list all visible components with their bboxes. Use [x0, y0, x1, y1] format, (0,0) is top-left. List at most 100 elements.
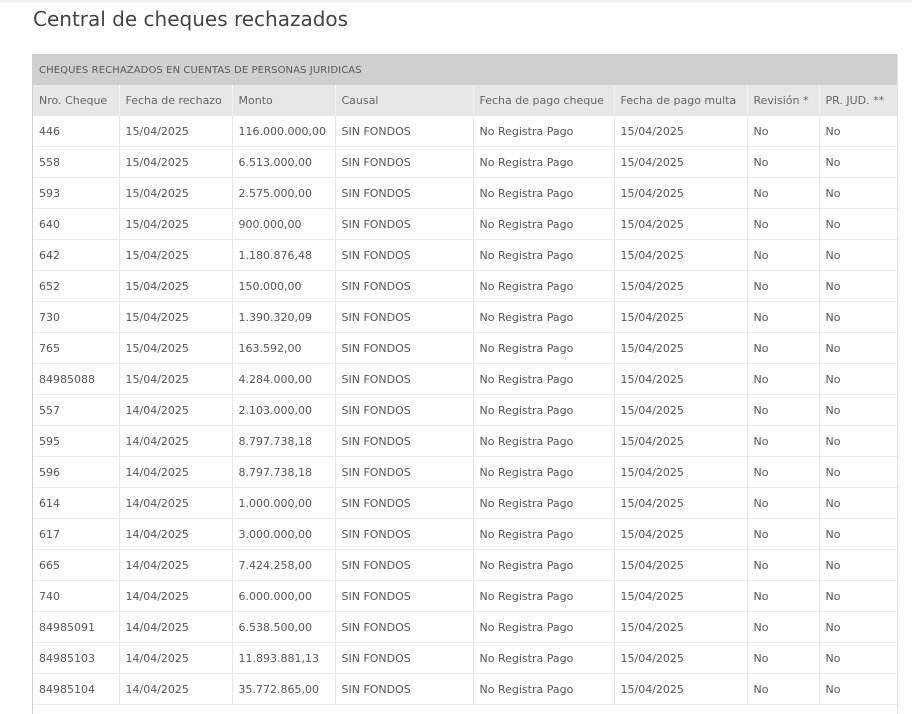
- cell-fecha-pago-multa: 15/04/2025: [614, 456, 748, 488]
- cell-nro-cheque: 446: [33, 116, 120, 147]
- cell-pr-jud: No: [819, 580, 898, 612]
- cell-fecha-pago-cheque: No Registra Pago: [473, 487, 615, 519]
- cell-pr-jud: No: [819, 549, 898, 581]
- cell-fecha-pago-cheque: No Registra Pago: [473, 549, 615, 581]
- cell-pr-jud: No: [819, 642, 898, 674]
- cell-monto: 6.000.000,00: [232, 580, 336, 612]
- cell-pr-jud: No: [819, 177, 898, 209]
- table-body: 446 15/04/2025 116.000.000,00 SIN FONDOS No …: [33, 116, 898, 705]
- cell-causal: SIN FONDOS: [335, 425, 474, 457]
- cell-monto: 2.103.000,00: [232, 394, 336, 426]
- cell-fecha-pago-multa: 15/04/2025: [614, 673, 748, 705]
- cell-causal: SIN FONDOS: [335, 394, 474, 426]
- cell-monto: 6.513.000,00: [232, 146, 336, 178]
- table-row: 446 15/04/2025 116.000.000,00 SIN FONDOS No …: [33, 116, 898, 147]
- cell-revision: No: [747, 363, 820, 395]
- top-divider: [0, 0, 912, 3]
- cell-nro-cheque: 665: [33, 549, 120, 581]
- cell-revision: No: [747, 673, 820, 705]
- cell-revision: No: [747, 270, 820, 302]
- table-row: 84985091 14/04/2025 6.538.500,00 SIN FONDOS…: [33, 611, 898, 643]
- cell-revision: No: [747, 580, 820, 612]
- cell-revision: No: [747, 301, 820, 333]
- cell-causal: SIN FONDOS: [335, 611, 474, 643]
- cell-causal: SIN FONDOS: [335, 518, 474, 550]
- cell-monto: 11.893.881,13: [232, 642, 336, 674]
- table-header-row: Nro. Cheque Fecha de rechazo Monto Causa…: [33, 85, 898, 116]
- cell-revision: No: [747, 425, 820, 457]
- cell-nro-cheque: 642: [33, 239, 120, 271]
- cell-revision: No: [747, 487, 820, 519]
- cell-fecha-rechazo: 14/04/2025: [119, 611, 233, 643]
- cell-fecha-pago-multa: 15/04/2025: [614, 580, 748, 612]
- cell-nro-cheque: 730: [33, 301, 120, 333]
- cell-fecha-pago-cheque: No Registra Pago: [473, 456, 615, 488]
- cell-nro-cheque: 740: [33, 580, 120, 612]
- column-header-nro-cheque: Nro. Cheque: [33, 85, 120, 116]
- cell-pr-jud: No: [819, 394, 898, 426]
- cell-fecha-pago-cheque: No Registra Pago: [473, 673, 615, 705]
- cell-pr-jud: No: [819, 146, 898, 178]
- cell-fecha-pago-cheque: No Registra Pago: [473, 270, 615, 302]
- table-row: 558 15/04/2025 6.513.000,00 SIN FONDOS No Re…: [33, 146, 898, 178]
- cell-fecha-pago-multa: 15/04/2025: [614, 363, 748, 395]
- cell-fecha-pago-multa: 15/04/2025: [614, 549, 748, 581]
- cell-monto: 150.000,00: [232, 270, 336, 302]
- cell-causal: SIN FONDOS: [335, 487, 474, 519]
- cell-monto: 8.797.738,18: [232, 425, 336, 457]
- cell-nro-cheque: 557: [33, 394, 120, 426]
- cell-fecha-pago-cheque: No Registra Pago: [473, 177, 615, 209]
- column-header-causal: Causal: [335, 85, 474, 116]
- cell-monto: 7.424.258,00: [232, 549, 336, 581]
- cell-revision: No: [747, 332, 820, 364]
- cell-revision: No: [747, 611, 820, 643]
- cell-revision: No: [747, 116, 820, 147]
- column-header-fecha-rechazo: Fecha de rechazo: [119, 85, 233, 116]
- cell-nro-cheque: 84985103: [33, 642, 120, 674]
- cell-monto: 116.000.000,00: [232, 116, 336, 147]
- cell-fecha-rechazo: 14/04/2025: [119, 673, 233, 705]
- cell-monto: 6.538.500,00: [232, 611, 336, 643]
- cell-fecha-pago-cheque: No Registra Pago: [473, 611, 615, 643]
- cell-fecha-rechazo: 14/04/2025: [119, 487, 233, 519]
- cell-nro-cheque: 84985091: [33, 611, 120, 643]
- cell-nro-cheque: 593: [33, 177, 120, 209]
- column-header-monto: Monto: [232, 85, 336, 116]
- cell-causal: SIN FONDOS: [335, 177, 474, 209]
- column-header-fecha-pago-cheque: Fecha de pago cheque: [473, 85, 615, 116]
- table-row: 730 15/04/2025 1.390.320,09 SIN FONDOS No Re…: [33, 301, 898, 333]
- table-caption: CHEQUES RECHAZADOS EN CUENTAS DE PERSONA…: [33, 54, 898, 85]
- cell-nro-cheque: 84985104: [33, 673, 120, 705]
- cell-fecha-pago-cheque: No Registra Pago: [473, 642, 615, 674]
- page-title: Central de cheques rechazados: [33, 7, 349, 31]
- cell-monto: 35.772.865,00: [232, 673, 336, 705]
- cell-fecha-pago-cheque: No Registra Pago: [473, 580, 615, 612]
- cell-fecha-rechazo: 14/04/2025: [119, 642, 233, 674]
- cell-nro-cheque: 614: [33, 487, 120, 519]
- cell-revision: No: [747, 239, 820, 271]
- cell-fecha-rechazo: 15/04/2025: [119, 146, 233, 178]
- cell-pr-jud: No: [819, 332, 898, 364]
- table-row: 84985104 14/04/2025 35.772.865,00 SIN FONDO…: [33, 673, 898, 705]
- cell-pr-jud: No: [819, 518, 898, 550]
- cell-pr-jud: No: [819, 208, 898, 240]
- cell-fecha-rechazo: 15/04/2025: [119, 270, 233, 302]
- cell-monto: 3.000.000,00: [232, 518, 336, 550]
- cell-pr-jud: No: [819, 487, 898, 519]
- cell-pr-jud: No: [819, 301, 898, 333]
- cell-fecha-rechazo: 15/04/2025: [119, 363, 233, 395]
- cell-pr-jud: No: [819, 239, 898, 271]
- cell-pr-jud: No: [819, 425, 898, 457]
- cell-fecha-rechazo: 14/04/2025: [119, 394, 233, 426]
- table-row: 595 14/04/2025 8.797.738,18 SIN FONDOS No Re…: [33, 425, 898, 457]
- table-row: 765 15/04/2025 163.592,00 SIN FONDOS No Regi…: [33, 332, 898, 364]
- cell-causal: SIN FONDOS: [335, 580, 474, 612]
- cell-monto: 2.575.000,00: [232, 177, 336, 209]
- cell-causal: SIN FONDOS: [335, 549, 474, 581]
- cell-fecha-pago-cheque: No Registra Pago: [473, 332, 615, 364]
- cell-nro-cheque: 617: [33, 518, 120, 550]
- table-row: 640 15/04/2025 900.000,00 SIN FONDOS No Regi…: [33, 208, 898, 240]
- cell-revision: No: [747, 394, 820, 426]
- table-row: 84985088 15/04/2025 4.284.000,00 SIN FONDOS…: [33, 363, 898, 395]
- cell-revision: No: [747, 518, 820, 550]
